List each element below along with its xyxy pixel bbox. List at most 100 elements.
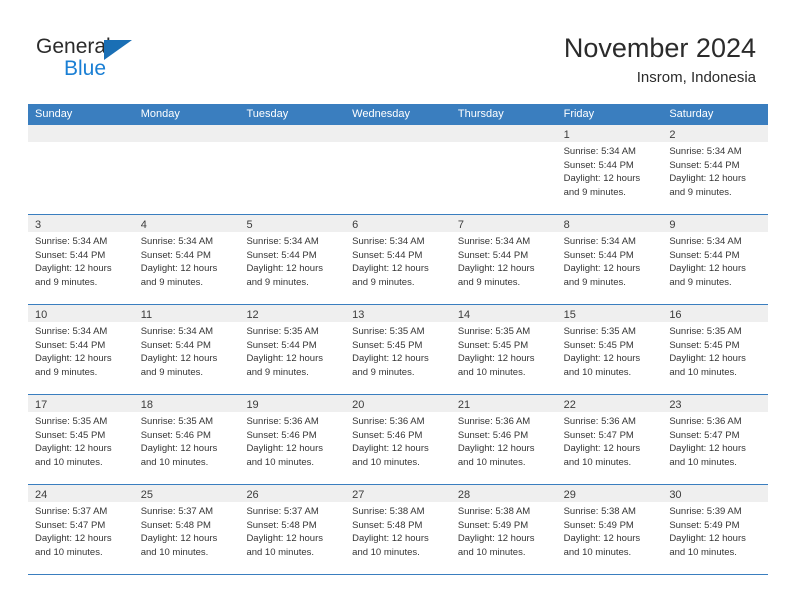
daylight-text-line1: Daylight: 12 hours (246, 443, 324, 454)
calendar-day-cell[interactable]: 28 Sunrise: 5:38 AM Sunset: 5:49 PM Dayligh… (450, 485, 557, 574)
calendar-day-cell[interactable]: 20 Sunrise: 5:36 AM Sunset: 5:46 PM Dayligh… (345, 395, 451, 484)
calendar-grid: Sunday Monday Tuesday Wednesday Thursday Frid… (28, 104, 769, 575)
day-number-strip: 24 (28, 485, 134, 502)
calendar-day-cell[interactable]: 6 Sunrise: 5:34 AM Sunset: 5:44 PM Daylight… (345, 215, 451, 304)
sunset-text: Sunset: 5:44 PM (669, 159, 740, 171)
day-number: 10 (35, 309, 48, 321)
day-number-strip (345, 125, 451, 142)
daylight-text-line1: Daylight: 12 hours (457, 263, 535, 274)
calendar-day-cell[interactable]: 25 Sunrise: 5:37 AM Sunset: 5:48 PM Dayligh… (133, 485, 240, 574)
calendar-day-cell[interactable]: 13 Sunrise: 5:35 AM Sunset: 5:45 PM Dayligh… (345, 305, 451, 394)
calendar-day-cell[interactable]: 30 Sunrise: 5:39 AM Sunset: 5:49 PM Dayligh… (662, 485, 769, 574)
calendar-day-cell[interactable]: 8 Sunrise: 5:34 AM Sunset: 5:44 PM Daylight… (556, 215, 663, 304)
daylight-text-line2: and 9 minutes. (140, 366, 204, 378)
calendar-day-cell[interactable]: 2 Sunrise: 5:34 AM Sunset: 5:44 PM Daylight… (662, 125, 769, 214)
sunrise-text: Sunrise: 5:35 AM (457, 326, 531, 337)
weekday-header-thursday: Thursday (457, 108, 504, 120)
day-number-strip: 18 (133, 395, 240, 412)
day-number: 12 (246, 309, 259, 321)
calendar-week-row: 24 Sunrise: 5:37 AM Sunset: 5:47 PM Dayligh… (28, 485, 769, 575)
sunset-text: Sunset: 5:45 PM (457, 339, 529, 351)
day-number-strip: 19 (239, 395, 346, 412)
day-number: 2 (669, 129, 676, 141)
sunrise-text: Sunrise: 5:34 AM (669, 236, 742, 247)
daylight-text-line1: Daylight: 12 hours (140, 533, 218, 544)
day-number: 13 (352, 309, 365, 321)
daylight-text-line1: Daylight: 12 hours (669, 533, 746, 544)
calendar-day-cell[interactable]: 29 Sunrise: 5:38 AM Sunset: 5:49 PM Dayligh… (556, 485, 663, 574)
calendar-day-cell[interactable]: 17 Sunrise: 5:35 AM Sunset: 5:45 PM Dayligh… (28, 395, 134, 484)
calendar-day-cell[interactable]: 19 Sunrise: 5:36 AM Sunset: 5:46 PM Dayligh… (239, 395, 346, 484)
daylight-text-line1: Daylight: 12 hours (563, 533, 641, 544)
daylight-text-line2: and 10 minutes. (457, 366, 526, 378)
sunset-text: Sunset: 5:44 PM (140, 249, 211, 261)
sunrise-text: Sunrise: 5:34 AM (563, 236, 636, 247)
daylight-text-line2: and 10 minutes. (563, 546, 632, 558)
sunrise-text: Sunrise: 5:36 AM (352, 416, 425, 427)
calendar-day-cell[interactable]: 1 Sunrise: 5:34 AM Sunset: 5:44 PM Daylight… (556, 125, 663, 214)
calendar-day-cell[interactable]: 16 Sunrise: 5:35 AM Sunset: 5:45 PM Dayligh… (662, 305, 769, 394)
calendar-day-cell[interactable]: 4 Sunrise: 5:34 AM Sunset: 5:44 PM Daylight… (133, 215, 240, 304)
calendar-day-cell[interactable]: 5 Sunrise: 5:34 AM Sunset: 5:44 PM Daylight… (239, 215, 346, 304)
calendar-day-cell[interactable]: 26 Sunrise: 5:37 AM Sunset: 5:48 PM Dayligh… (239, 485, 346, 574)
daylight-text-line2: and 9 minutes. (457, 276, 521, 288)
sunrise-text: Sunrise: 5:34 AM (140, 236, 214, 247)
day-details: Sunrise: 5:39 AM Sunset: 5:49 PM Daylight:… (662, 502, 768, 559)
daylight-text-line1: Daylight: 12 hours (352, 443, 429, 454)
sunrise-text: Sunrise: 5:34 AM (246, 236, 319, 247)
sunset-text: Sunset: 5:44 PM (457, 249, 529, 261)
day-number: 20 (352, 399, 365, 411)
sunrise-text: Sunrise: 5:37 AM (35, 506, 108, 517)
day-number: 17 (35, 399, 48, 411)
calendar-day-cell[interactable]: 15 Sunrise: 5:35 AM Sunset: 5:45 PM Dayligh… (556, 305, 663, 394)
day-details: Sunrise: 5:35 AM Sunset: 5:44 PM Daylight:… (239, 322, 345, 379)
sunrise-text: Sunrise: 5:34 AM (35, 236, 108, 247)
day-number-strip: 23 (662, 395, 769, 412)
calendar-day-cell[interactable]: 21 Sunrise: 5:36 AM Sunset: 5:46 PM Dayligh… (450, 395, 557, 484)
day-details: Sunrise: 5:37 AM Sunset: 5:47 PM Daylight:… (28, 502, 134, 559)
calendar-day-cell[interactable]: 24 Sunrise: 5:37 AM Sunset: 5:47 PM Dayligh… (28, 485, 134, 574)
calendar-day-cell[interactable]: 10 Sunrise: 5:34 AM Sunset: 5:44 PM Dayligh… (28, 305, 134, 394)
weekday-header-friday: Friday (563, 108, 595, 120)
daylight-text-line2: and 9 minutes. (35, 276, 98, 288)
calendar-day-cell[interactable]: 3 Sunrise: 5:34 AM Sunset: 5:44 PM Daylight… (28, 215, 134, 304)
sunset-text: Sunset: 5:46 PM (140, 429, 211, 441)
calendar-day-cell[interactable]: 11 Sunrise: 5:34 AM Sunset: 5:44 PM Dayligh… (133, 305, 240, 394)
day-number: 25 (140, 489, 153, 501)
calendar-day-cell[interactable]: 14 Sunrise: 5:35 AM Sunset: 5:45 PM Dayligh… (450, 305, 557, 394)
calendar-day-cell[interactable]: 12 Sunrise: 5:35 AM Sunset: 5:44 PM Dayligh… (239, 305, 346, 394)
calendar-day-cell[interactable]: 27 Sunrise: 5:38 AM Sunset: 5:48 PM Dayligh… (345, 485, 451, 574)
daylight-text-line2: and 9 minutes. (352, 366, 415, 378)
sunset-text: Sunset: 5:44 PM (563, 159, 634, 171)
calendar-week-row: 3 Sunrise: 5:34 AM Sunset: 5:44 PM Daylight… (28, 215, 769, 305)
daylight-text-line2: and 10 minutes. (669, 546, 737, 558)
calendar-day-cell[interactable]: 23 Sunrise: 5:36 AM Sunset: 5:47 PM Dayligh… (662, 395, 769, 484)
day-details: Sunrise: 5:34 AM Sunset: 5:44 PM Daylight:… (28, 322, 134, 379)
daylight-text-line2: and 10 minutes. (457, 546, 526, 558)
calendar-day-cell[interactable]: 9 Sunrise: 5:34 AM Sunset: 5:44 PM Daylight… (662, 215, 769, 304)
day-number: 4 (140, 219, 147, 231)
day-number-strip: 12 (239, 305, 346, 322)
day-number-strip: 17 (28, 395, 134, 412)
daylight-text-line2: and 9 minutes. (563, 276, 626, 288)
day-number-strip: 15 (556, 305, 663, 322)
day-details: Sunrise: 5:35 AM Sunset: 5:45 PM Daylight:… (557, 322, 663, 379)
day-details: Sunrise: 5:38 AM Sunset: 5:49 PM Daylight:… (451, 502, 557, 559)
day-number-strip: 5 (239, 215, 346, 232)
day-number: 18 (140, 399, 153, 411)
day-number: 16 (669, 309, 682, 321)
weekday-header-saturday: Saturday (669, 108, 714, 120)
day-details: Sunrise: 5:37 AM Sunset: 5:48 PM Daylight:… (239, 502, 345, 559)
day-number: 24 (35, 489, 48, 501)
calendar-day-cell[interactable]: 22 Sunrise: 5:36 AM Sunset: 5:47 PM Dayligh… (556, 395, 663, 484)
daylight-text-line1: Daylight: 12 hours (457, 443, 535, 454)
calendar-day-cell[interactable]: 18 Sunrise: 5:35 AM Sunset: 5:46 PM Dayligh… (133, 395, 240, 484)
day-number-strip: 20 (345, 395, 451, 412)
calendar-week-row: 1 Sunrise: 5:34 AM Sunset: 5:44 PM Daylight… (28, 125, 769, 215)
calendar-day-cell[interactable]: 7 Sunrise: 5:34 AM Sunset: 5:44 PM Daylight… (450, 215, 557, 304)
calendar-day-cell-empty (345, 125, 451, 214)
daylight-text-line2: and 10 minutes. (140, 546, 209, 558)
daylight-text-line1: Daylight: 12 hours (563, 263, 641, 274)
daylight-text-line2: and 10 minutes. (563, 456, 632, 468)
daylight-text-line1: Daylight: 12 hours (669, 353, 746, 364)
